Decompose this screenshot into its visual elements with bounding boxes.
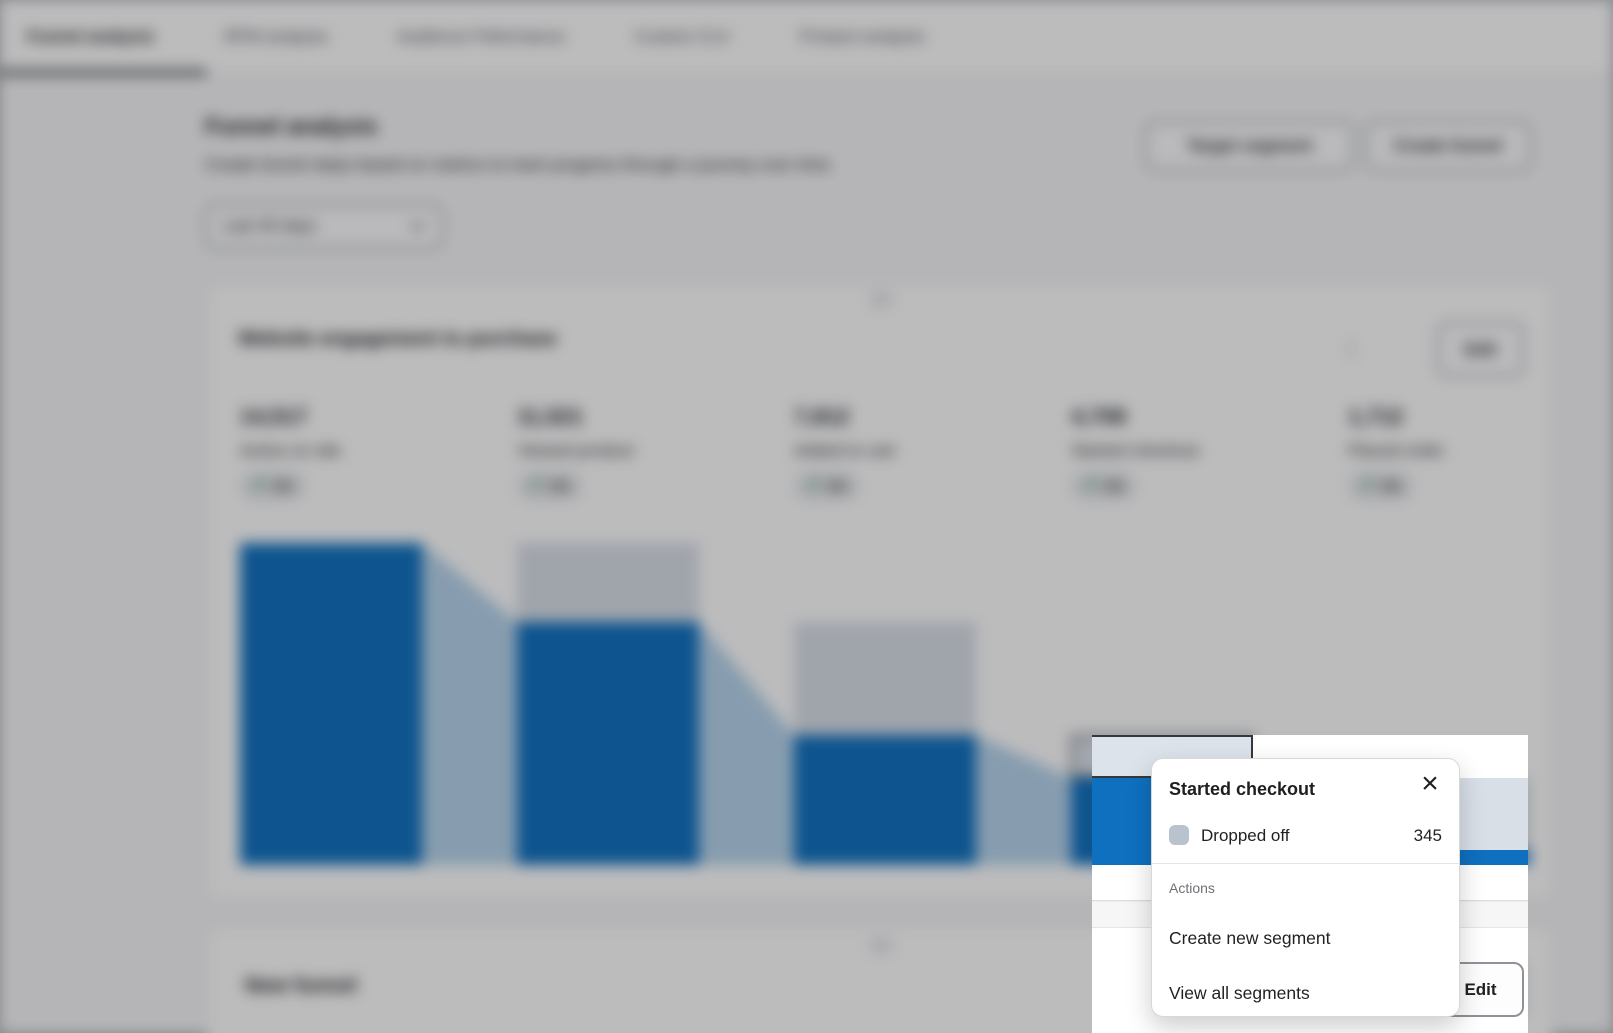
drag-handle-icon[interactable] [869, 937, 891, 952]
funnel-bar-segment-0[interactable] [240, 543, 422, 865]
dropped-off-value: 345 [1414, 826, 1442, 846]
popover-divider [1152, 863, 1459, 864]
create-new-segment-action[interactable]: Create new segment [1169, 928, 1442, 949]
funnel-bar-segment-1[interactable] [517, 622, 699, 865]
dropped-off-swatch [1169, 825, 1189, 845]
popover-title: Started checkout [1169, 779, 1315, 800]
funnel-dropoff-segment-2[interactable] [794, 622, 976, 735]
funnel-dropoff-segment-1[interactable] [517, 543, 699, 622]
actions-section-label: Actions [1169, 880, 1215, 896]
close-icon[interactable]: × [1415, 769, 1445, 799]
screenshot-stage: Funnel analysis RFM analysis Audience Pe… [0, 0, 1613, 1033]
started-checkout-popover: Started checkout × Dropped off 345 Actio… [1151, 758, 1460, 1017]
view-all-segments-action[interactable]: View all segments [1169, 983, 1442, 1004]
funnel-bar-segment-2[interactable] [794, 735, 976, 865]
dropped-off-label: Dropped off [1201, 826, 1290, 846]
new-funnel-card-title: New funnel [245, 974, 357, 998]
